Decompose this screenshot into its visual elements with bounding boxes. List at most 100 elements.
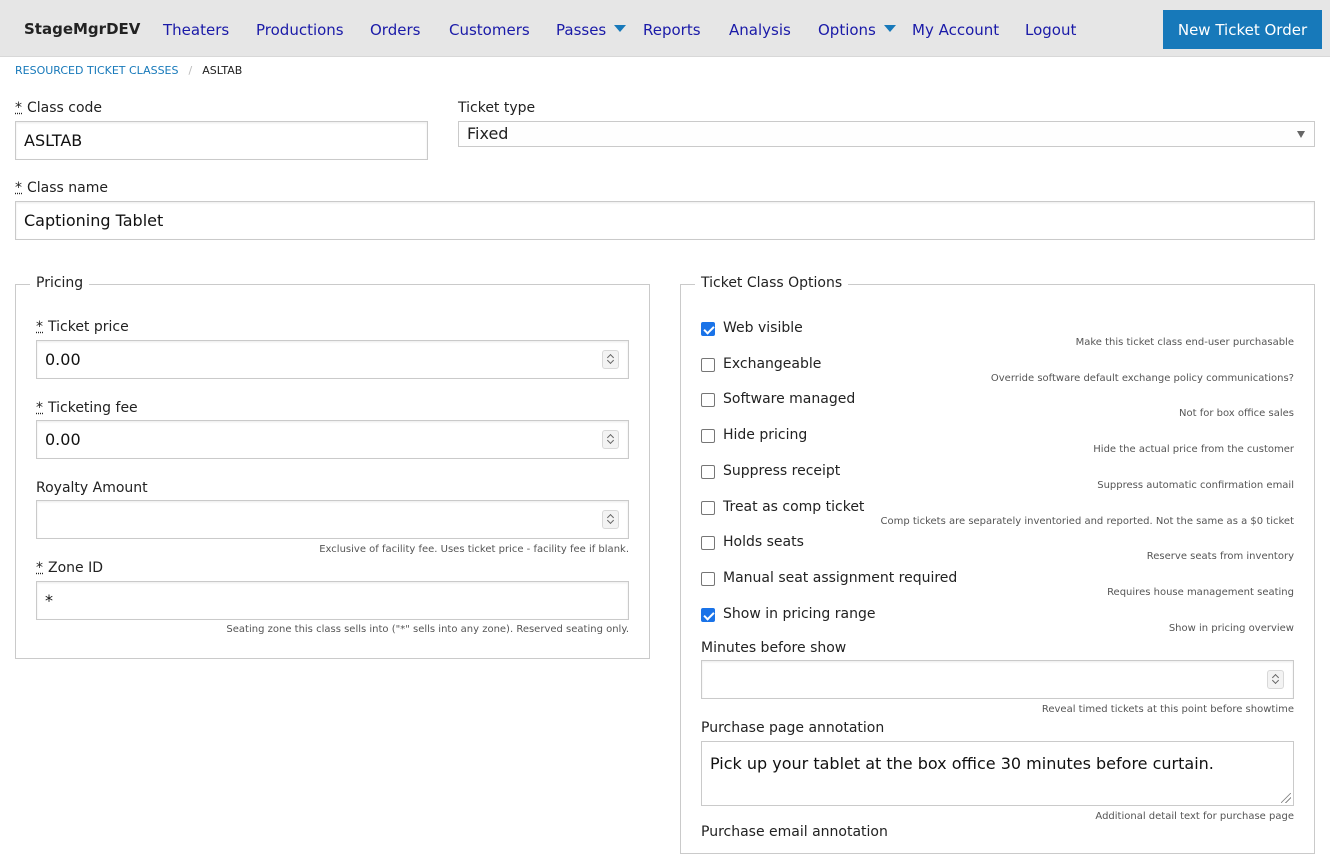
option-checkbox[interactable] — [701, 393, 715, 407]
option-label[interactable]: Hide pricing — [723, 427, 807, 443]
option-label[interactable]: Manual seat assignment required — [723, 570, 957, 586]
option-label[interactable]: Exchangeable — [723, 356, 821, 372]
option-row[interactable]: Holds seats Reserve seats from inventory — [701, 534, 1294, 568]
option-help-text: Reserve seats from inventory — [1146, 551, 1294, 562]
dropdown-arrow-icon — [1297, 131, 1305, 138]
breadcrumb-current: ASLTAB — [202, 64, 243, 77]
brand-name[interactable]: StageMgrDEV — [24, 20, 140, 38]
option-checkbox[interactable] — [701, 358, 715, 372]
breadcrumb: Resourced Ticket Classes / ASLTAB — [15, 64, 242, 77]
purchase-page-annotation-textarea[interactable]: Pick up your tablet at the box office 30… — [701, 741, 1294, 806]
ticket-type-select[interactable]: Fixed — [458, 121, 1315, 147]
nav-options[interactable]: Options — [818, 21, 896, 39]
class-code-label-text: Class code — [27, 100, 103, 116]
required-mark: * — [15, 100, 22, 116]
option-label[interactable]: Treat as comp ticket — [723, 499, 864, 515]
ticket-price-label-text: Ticket price — [48, 319, 129, 335]
required-mark: * — [36, 319, 43, 335]
option-row[interactable]: Manual seat assignment required Requires … — [701, 570, 1294, 604]
option-label[interactable]: Web visible — [723, 320, 803, 336]
nav-customers[interactable]: Customers — [449, 21, 530, 39]
option-help-text: Override software default exchange polic… — [990, 373, 1294, 384]
required-mark: * — [36, 560, 43, 576]
zone-id-label: * Zone ID — [36, 560, 103, 576]
zone-id-help: Seating zone this class sells into ("*" … — [226, 624, 629, 635]
nav-passes-label: Passes — [556, 21, 607, 39]
option-checkbox[interactable] — [701, 429, 715, 443]
ticket-price-value: 0.00 — [45, 350, 81, 369]
required-mark: * — [15, 180, 22, 196]
chevron-down-icon — [883, 25, 896, 32]
option-row[interactable]: Treat as comp ticket Comp tickets are sep… — [701, 499, 1294, 533]
option-row[interactable]: Show in pricing range Show in pricing ove… — [701, 606, 1294, 640]
class-name-input[interactable]: Captioning Tablet — [15, 201, 1315, 240]
minutes-before-show-input[interactable] — [701, 660, 1294, 699]
ticketing-fee-input[interactable]: 0.00 — [36, 420, 629, 459]
option-row[interactable]: Software managed Not for box office sales — [701, 391, 1294, 425]
option-row[interactable]: Hide pricing Hide the actual price from t… — [701, 427, 1294, 461]
option-checkbox[interactable] — [701, 608, 715, 622]
number-spinner-icon[interactable] — [602, 350, 619, 369]
royalty-amount-input[interactable] — [36, 500, 629, 539]
ticket-price-label: * Ticket price — [36, 319, 129, 335]
zone-id-input[interactable]: * — [36, 581, 629, 620]
option-checkbox[interactable] — [701, 536, 715, 550]
class-code-label: * Class code — [15, 100, 102, 116]
ticket-type-label: Ticket type — [458, 100, 536, 116]
option-help-text: Hide the actual price from the customer — [1093, 444, 1294, 455]
option-help-text: Suppress automatic confirmation email — [1097, 480, 1294, 491]
number-spinner-icon[interactable] — [602, 510, 619, 529]
ticket-type-value: Fixed — [467, 124, 509, 143]
nav-orders[interactable]: Orders — [370, 21, 420, 39]
option-help-text: Comp tickets are separately inventoried … — [880, 516, 1295, 527]
option-help-text: Not for box office sales — [1179, 408, 1294, 419]
option-help-text: Show in pricing overview — [1168, 623, 1294, 634]
option-row[interactable]: Web visible Make this ticket class end-us… — [701, 320, 1294, 354]
chevron-down-icon — [614, 25, 627, 32]
purchase-email-annotation-label: Purchase email annotation — [701, 824, 888, 840]
option-label[interactable]: Holds seats — [723, 534, 804, 550]
option-checkbox[interactable] — [701, 572, 715, 586]
new-ticket-order-button[interactable]: New Ticket Order — [1163, 10, 1322, 49]
option-checkbox[interactable] — [701, 465, 715, 479]
nav-analysis[interactable]: Analysis — [729, 21, 791, 39]
option-help-text: Make this ticket class end-user purchasa… — [1075, 337, 1294, 348]
nav-reports[interactable]: Reports — [643, 21, 701, 39]
nav-productions[interactable]: Productions — [256, 21, 344, 39]
nav-passes[interactable]: Passes — [556, 21, 627, 39]
class-name-label: * Class name — [15, 180, 108, 196]
number-spinner-icon[interactable] — [1267, 670, 1284, 689]
resize-handle-icon[interactable] — [1281, 793, 1291, 803]
number-spinner-icon[interactable] — [602, 430, 619, 449]
option-checkbox[interactable] — [701, 501, 715, 515]
nav-logout[interactable]: Logout — [1025, 21, 1076, 39]
ticketing-fee-label-text: Ticketing fee — [48, 400, 138, 416]
nav-my-account[interactable]: My Account — [912, 21, 999, 39]
top-nav-bar: StageMgrDEV Theaters Productions Orders … — [0, 0, 1330, 57]
ticket-class-options-legend: Ticket Class Options — [695, 275, 849, 291]
class-name-label-text: Class name — [27, 180, 108, 196]
option-help-text: Requires house management seating — [1107, 587, 1294, 598]
minutes-before-show-help: Reveal timed tickets at this point befor… — [1041, 704, 1294, 715]
option-row[interactable]: Exchangeable Override software default ex… — [701, 356, 1294, 390]
option-row[interactable]: Suppress receipt Suppress automatic confi… — [701, 463, 1294, 497]
ticketing-fee-label: * Ticketing fee — [36, 400, 138, 416]
option-checkbox[interactable] — [701, 322, 715, 336]
zone-id-label-text: Zone ID — [48, 560, 104, 576]
minutes-before-show-label: Minutes before show — [701, 640, 847, 656]
breadcrumb-parent-link[interactable]: Resourced Ticket Classes — [15, 64, 179, 77]
option-label[interactable]: Software managed — [723, 391, 855, 407]
required-mark: * — [36, 400, 43, 416]
ticket-price-input[interactable]: 0.00 — [36, 340, 629, 379]
pricing-legend: Pricing — [30, 275, 90, 291]
purchase-page-annotation-help: Additional detail text for purchase page — [1095, 811, 1294, 822]
option-label[interactable]: Show in pricing range — [723, 606, 875, 622]
purchase-page-annotation-value: Pick up your tablet at the box office 30… — [710, 754, 1214, 773]
option-label[interactable]: Suppress receipt — [723, 463, 840, 479]
class-code-input[interactable]: ASLTAB — [15, 121, 428, 160]
purchase-page-annotation-label: Purchase page annotation — [701, 720, 885, 736]
ticketing-fee-value: 0.00 — [45, 430, 81, 449]
royalty-amount-help: Exclusive of facility fee. Uses ticket p… — [319, 544, 629, 555]
nav-theaters[interactable]: Theaters — [163, 21, 229, 39]
royalty-amount-label: Royalty Amount — [36, 480, 148, 496]
